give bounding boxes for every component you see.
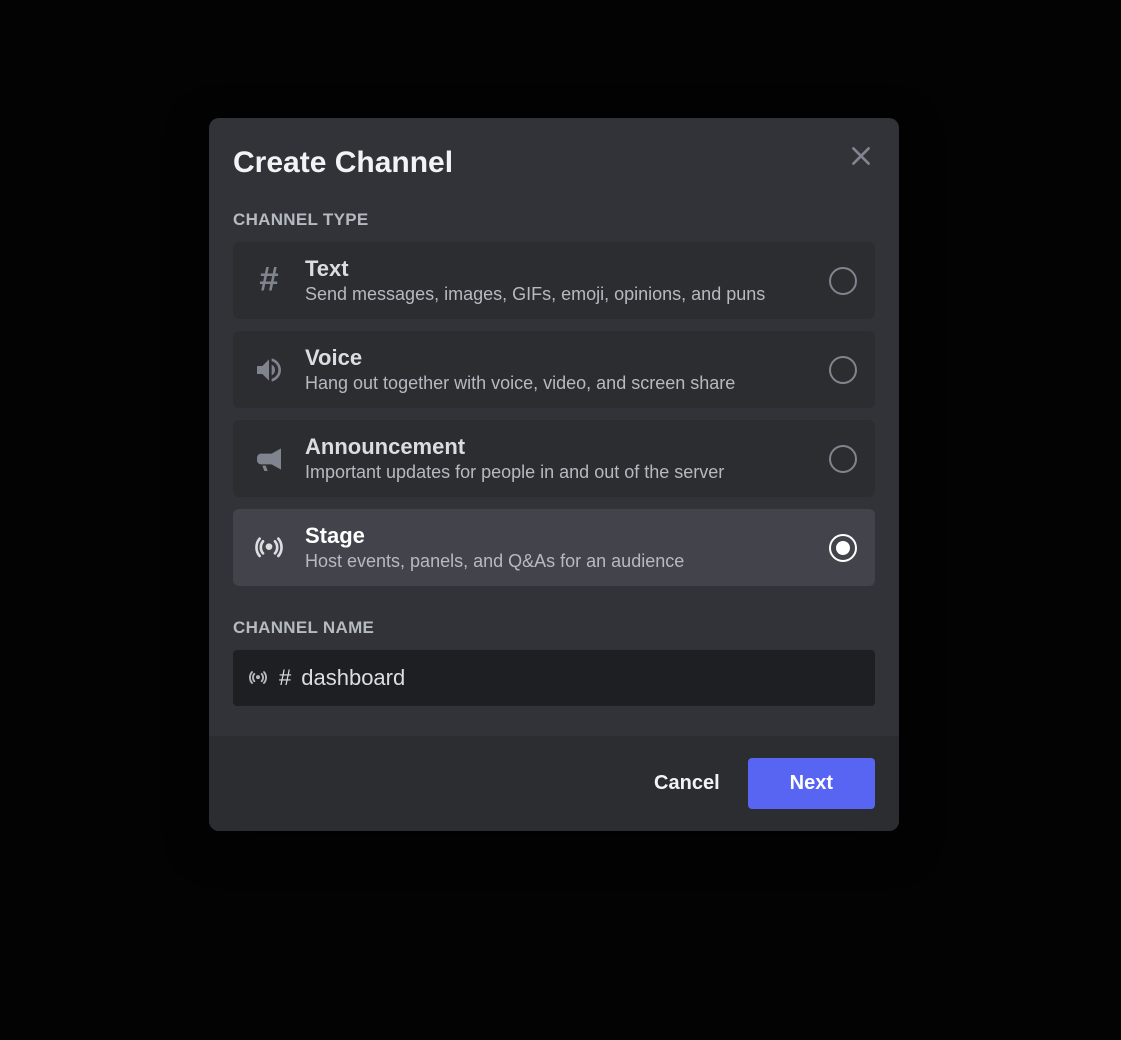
- modal-footer: Cancel Next: [209, 736, 899, 831]
- megaphone-icon: [251, 441, 287, 477]
- modal-header: Create Channel: [209, 118, 899, 180]
- channel-type-options: # Text Send messages, images, GIFs, emoj…: [209, 242, 899, 586]
- option-desc: Hang out together with voice, video, and…: [305, 373, 811, 394]
- option-title: Stage: [305, 523, 811, 549]
- option-stage[interactable]: Stage Host events, panels, and Q&As for …: [233, 509, 875, 586]
- channel-name-input-wrap[interactable]: #: [233, 650, 875, 706]
- close-button[interactable]: [845, 140, 877, 172]
- radio-indicator: [829, 356, 857, 384]
- radio-indicator: [829, 445, 857, 473]
- option-title: Voice: [305, 345, 811, 371]
- modal-title: Create Channel: [233, 146, 875, 180]
- option-desc: Important updates for people in and out …: [305, 462, 811, 483]
- option-title: Announcement: [305, 434, 811, 460]
- option-text[interactable]: # Text Send messages, images, GIFs, emoj…: [233, 242, 875, 319]
- option-desc: Send messages, images, GIFs, emoji, opin…: [305, 284, 811, 305]
- option-announcement[interactable]: Announcement Important updates for peopl…: [233, 420, 875, 497]
- next-button[interactable]: Next: [748, 758, 875, 809]
- channel-name-input[interactable]: [301, 665, 861, 691]
- speaker-icon: [251, 352, 287, 388]
- option-voice[interactable]: Voice Hang out together with voice, vide…: [233, 331, 875, 408]
- channel-name-label: CHANNEL NAME: [233, 586, 875, 650]
- radio-indicator: [829, 267, 857, 295]
- radio-indicator: [829, 534, 857, 562]
- cancel-button[interactable]: Cancel: [654, 772, 720, 795]
- create-channel-modal: Create Channel CHANNEL TYPE # Text Send …: [209, 118, 899, 831]
- hash-icon: #: [251, 263, 287, 299]
- stage-icon: [251, 530, 287, 566]
- channel-name-prefix: #: [279, 665, 291, 691]
- option-desc: Host events, panels, and Q&As for an aud…: [305, 551, 811, 572]
- svg-text:#: #: [259, 265, 278, 297]
- option-title: Text: [305, 256, 811, 282]
- stage-icon: [247, 667, 269, 689]
- channel-type-label: CHANNEL TYPE: [209, 180, 899, 242]
- close-icon: [848, 143, 874, 169]
